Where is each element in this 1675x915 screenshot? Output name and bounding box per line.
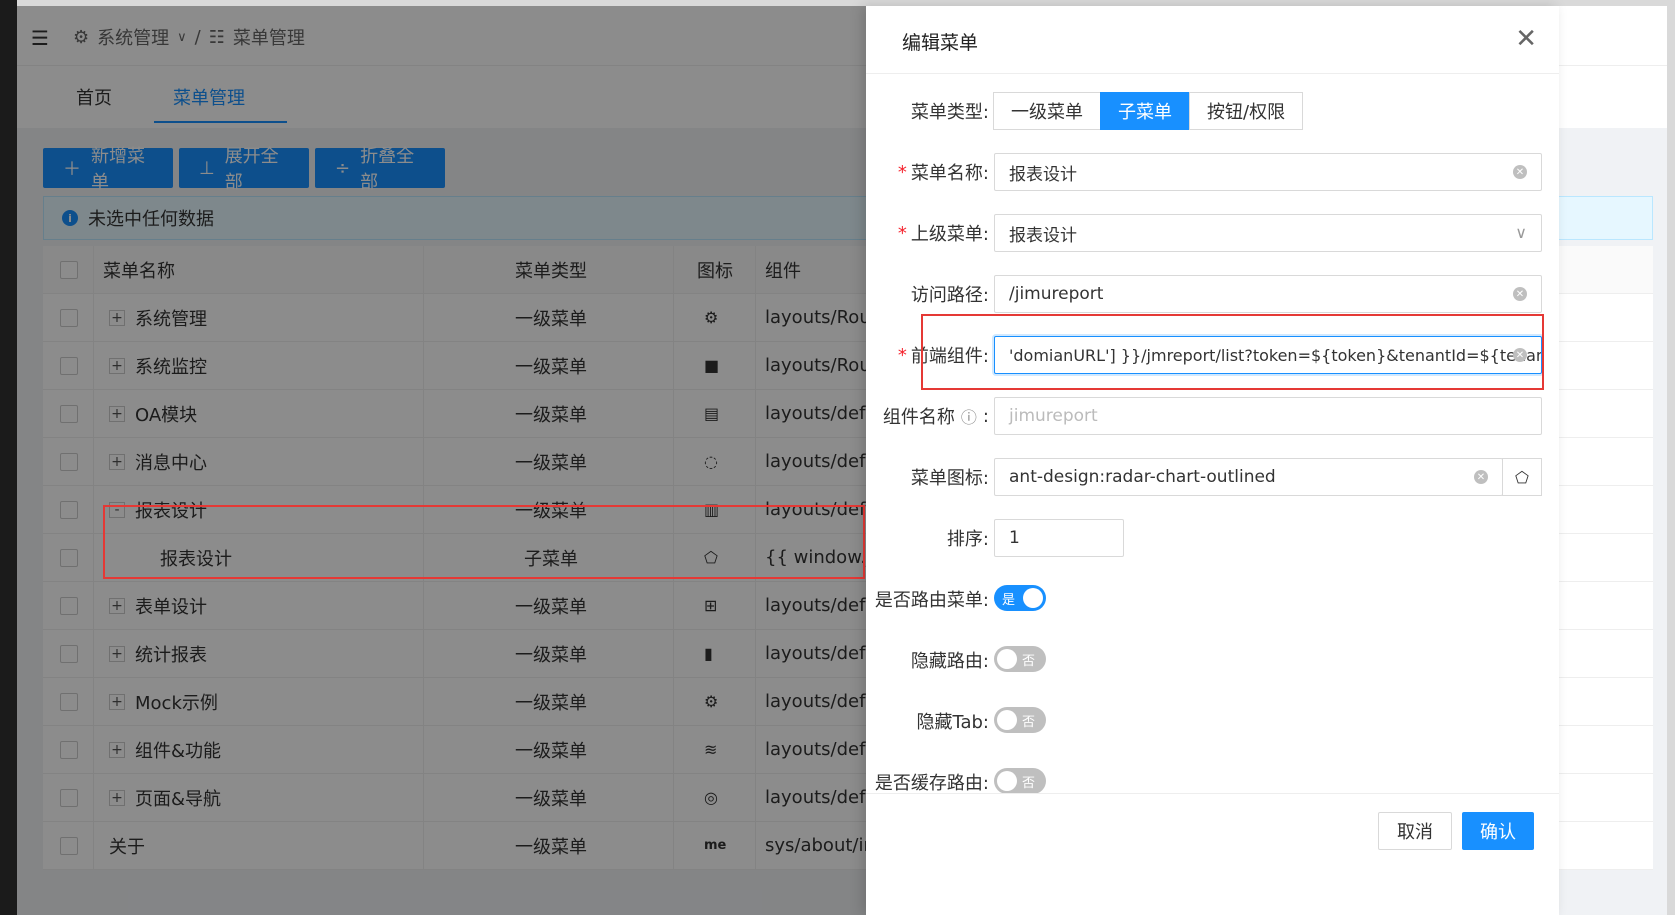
keep-alive-state: 否 [1022, 775, 1036, 791]
is-route-label: 是否路由菜单: [874, 590, 989, 611]
menu-name-value: 报表设计 [1009, 164, 1077, 185]
path-row: 访问路径: /jimureport ✕ [866, 275, 1559, 313]
close-icon[interactable]: ✕ [1515, 24, 1537, 54]
menu-type-label: 菜单类型: [910, 102, 989, 123]
menu-icon-value: ant-design:radar-chart-outlined [1009, 467, 1276, 487]
info-circle-icon[interactable]: ⓘ [961, 404, 977, 428]
highlight-box-component [921, 314, 1544, 390]
menu-name-input[interactable]: 报表设计 ✕ [994, 153, 1542, 191]
left-edge [0, 0, 17, 915]
parent-menu-label: * 上级菜单: [898, 214, 989, 252]
parent-menu-row: * 上级菜单: 报表设计 ∨ [866, 214, 1559, 252]
hide-route-row: 隐藏路由: 否 [866, 641, 1559, 679]
component-name-row: 组件名称 ⓘ: jimureport [866, 397, 1559, 435]
menu-name-label-text: 菜单名称: [910, 163, 989, 184]
right-edge [1667, 0, 1675, 915]
menu-icon-label: 菜单图标: [910, 468, 989, 489]
edit-menu-drawer: 编辑菜单 ✕ 菜单类型: 一级菜单 子菜单 按钮/权限 * 菜单名称: 报表设计 … [866, 6, 1559, 915]
drawer-footer: 取消 确认 [866, 793, 1559, 915]
hide-route-state: 否 [1022, 653, 1036, 669]
parent-menu-label-text: 上级菜单: [910, 224, 989, 245]
path-input[interactable]: /jimureport ✕ [994, 275, 1542, 313]
radio-button-permission[interactable]: 按钮/权限 [1189, 92, 1304, 130]
hide-tab-switch[interactable]: 否 [994, 707, 1046, 733]
component-name-input[interactable]: jimureport [994, 397, 1542, 435]
menu-icon-row: 菜单图标: ant-design:radar-chart-outlined ✕ … [866, 458, 1559, 496]
hide-tab-state: 否 [1022, 714, 1036, 730]
component-name-label-text: 组件名称 [882, 407, 955, 428]
drawer-header: 编辑菜单 ✕ [866, 6, 1559, 74]
is-route-switch[interactable]: 是 [994, 585, 1046, 611]
confirm-button[interactable]: 确认 [1462, 812, 1534, 850]
hide-route-label: 隐藏路由: [910, 651, 989, 672]
hide-route-switch[interactable]: 否 [994, 646, 1046, 672]
menu-icon-input[interactable]: ant-design:radar-chart-outlined ✕ [994, 458, 1503, 496]
is-route-state: 是 [1002, 592, 1016, 608]
parent-menu-select[interactable]: 报表设计 ∨ [994, 214, 1542, 252]
radio-submenu[interactable]: 子菜单 [1100, 92, 1190, 130]
component-name-label: 组件名称 ⓘ: [883, 397, 989, 435]
component-name-placeholder: jimureport [1009, 406, 1098, 426]
path-label: 访问路径: [910, 285, 989, 306]
cancel-button[interactable]: 取消 [1378, 812, 1452, 850]
menu-type-radio-group: 一级菜单 子菜单 按钮/权限 [993, 92, 1304, 130]
path-value: /jimureport [1009, 284, 1104, 304]
radio-level1-menu[interactable]: 一级菜单 [993, 92, 1101, 130]
clear-icon[interactable]: ✕ [1513, 287, 1527, 301]
keep-alive-switch[interactable]: 否 [994, 768, 1046, 794]
chevron-down-icon: ∨ [1515, 223, 1527, 242]
drawer-mask[interactable] [17, 6, 866, 915]
sort-value: 1 [1009, 528, 1020, 548]
hide-tab-row: 隐藏Tab: 否 [866, 702, 1559, 740]
is-route-row: 是否路由菜单: 是 [866, 580, 1559, 618]
hide-tab-label: 隐藏Tab: [916, 712, 989, 733]
drawer-title: 编辑菜单 [902, 32, 979, 54]
highlight-box-rows [103, 505, 865, 579]
menu-name-row: * 菜单名称: 报表设计 ✕ [866, 153, 1559, 191]
sort-input[interactable]: 1 [994, 519, 1124, 557]
sort-row: 排序: 1 [866, 519, 1559, 557]
menu-type-row: 菜单类型: 一级菜单 子菜单 按钮/权限 [866, 92, 1559, 130]
sort-label: 排序: [946, 529, 989, 550]
clear-icon[interactable]: ✕ [1513, 165, 1527, 179]
clear-icon[interactable]: ✕ [1474, 470, 1488, 484]
menu-name-label: * 菜单名称: [898, 153, 989, 191]
parent-menu-value: 报表设计 [1009, 225, 1077, 246]
radar-chart-icon-picker[interactable]: ⬠ [1502, 458, 1542, 496]
